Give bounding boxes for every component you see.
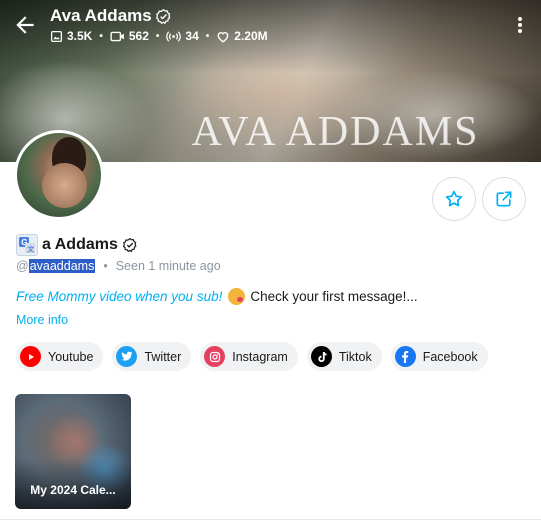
stat-streams: 34 [166,29,199,43]
image-icon [50,30,63,42]
facebook-icon [394,346,416,367]
social-twitter[interactable]: Twitter [112,342,192,371]
stat-likes: 2.20M [216,29,268,43]
avatar[interactable] [14,130,104,220]
share-button[interactable] [482,177,526,221]
header-title: Ava Addams [50,6,172,26]
social-instagram-label: Instagram [232,349,288,364]
verified-icon [122,237,137,253]
arrow-left-icon [16,16,34,34]
profile-name-row: G 文 a Addams [16,234,138,256]
media-card[interactable]: My 2024 Cale... [15,394,131,509]
svg-text:文: 文 [27,244,35,253]
translate-button[interactable]: G 文 [16,234,38,256]
heart-icon [217,31,229,43]
media-card-title: My 2024 Cale... [30,483,116,497]
profile-handle[interactable]: avaaddams [28,259,96,273]
social-instagram[interactable]: Instagram [200,342,298,371]
social-facebook[interactable]: Facebook [390,342,488,371]
social-tiktok-label: Tiktok [338,349,372,364]
twitter-icon [116,346,138,367]
header-name: Ava Addams [50,6,152,25]
stat-photos-value: 3.5K [67,29,93,43]
stat-videos: 562 [110,29,149,43]
social-links: Youtube Twitter Instagram Tiktok Faceboo… [16,342,488,371]
more-options-button[interactable] [513,12,527,38]
handle-prefix: @ [16,259,29,273]
youtube-icon [20,346,41,367]
stat-likes-value: 2.20M [234,29,268,43]
more-vertical-icon [518,17,522,33]
social-twitter-label: Twitter [144,349,182,364]
social-facebook-label: Facebook [422,349,478,364]
kissing-face-emoji-icon [228,288,246,305]
social-youtube[interactable]: Youtube [16,342,104,371]
profile-meta: @ avaaddams • Seen 1 minute ago [16,259,221,273]
back-button[interactable] [12,12,38,38]
translate-icon: G 文 [19,237,35,253]
broadcast-icon [166,30,182,42]
bio-link[interactable]: Free Mommy video when you sub! [16,289,222,304]
social-youtube-label: Youtube [48,349,94,364]
social-tiktok[interactable]: Tiktok [306,342,382,371]
bio: Free Mommy video when you sub! Check you… [16,288,418,305]
instagram-icon [204,346,226,367]
video-icon [110,31,124,41]
header-stats: 3.5K • 562 • 34 • 2.20M [50,29,268,43]
bio-text: Check your first message!... [250,289,418,304]
share-icon [496,191,512,207]
tiktok-icon [310,346,332,367]
favorite-button[interactable] [432,177,476,221]
last-seen: Seen 1 minute ago [115,259,221,273]
stat-streams-value: 34 [185,29,199,43]
stat-videos-value: 562 [128,29,149,43]
star-icon [445,190,463,207]
stat-photos: 3.5K [50,29,92,43]
more-info-link[interactable]: More info [16,313,68,327]
verified-icon [155,8,171,24]
profile-name: a Addams [42,236,118,253]
divider [0,519,541,520]
